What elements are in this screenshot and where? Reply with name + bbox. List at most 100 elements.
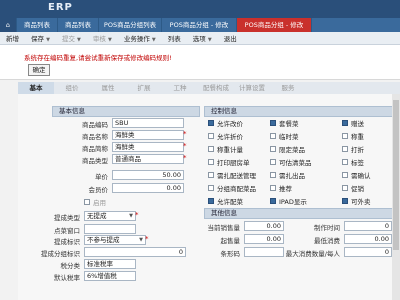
- checkbox[interactable]: [208, 159, 214, 165]
- tab-product-list-1[interactable]: 商品列表: [17, 18, 58, 32]
- tab-pos-group-list[interactable]: POS商品分组列表: [99, 18, 162, 32]
- checkbox[interactable]: [208, 133, 214, 139]
- option-estimable-dish[interactable]: 可估清菜品: [270, 157, 312, 167]
- home-tab[interactable]: ⌂: [0, 18, 17, 32]
- tab-extension[interactable]: 扩展: [126, 82, 162, 94]
- chevron-down-icon: ▼: [46, 37, 50, 43]
- option-group-side-dish[interactable]: 分组商配菜品: [208, 183, 256, 193]
- field-label: 提成标识: [54, 238, 80, 246]
- alert-box: [0, 45, 400, 80]
- tab-work-type[interactable]: 工种: [162, 82, 198, 94]
- chevron-down-icon: ▼: [77, 37, 81, 43]
- option-allow-discount[interactable]: 允许折价: [208, 131, 256, 141]
- checkbox[interactable]: [208, 185, 214, 191]
- chevron-down-icon: ▼: [139, 237, 143, 243]
- checkbox[interactable]: [270, 146, 276, 152]
- menu-list[interactable]: 列表: [162, 33, 187, 43]
- field-label: 最低消费: [314, 237, 340, 245]
- scrollbar-thumb[interactable]: [393, 100, 399, 250]
- option-gift[interactable]: 赠送: [342, 118, 371, 128]
- control-info-header: 控制信息: [204, 106, 398, 117]
- tab-group-price[interactable]: 组价: [54, 82, 90, 94]
- option-allow-side-dish[interactable]: 允许配菜: [208, 196, 256, 206]
- checkbox[interactable]: [342, 159, 348, 165]
- current-sales-input[interactable]: 0.00: [244, 221, 284, 231]
- field-label: 商品类型: [82, 157, 108, 165]
- field-label: 单价: [95, 173, 108, 181]
- option-output[interactable]: 需扎出品: [270, 170, 312, 180]
- product-code-input[interactable]: SBU: [112, 118, 184, 128]
- option-label[interactable]: 标签: [342, 157, 371, 167]
- option-weighing[interactable]: 称重计量: [208, 144, 256, 154]
- enable-checkbox-row[interactable]: 启用: [84, 197, 106, 207]
- make-time-input[interactable]: 0: [344, 221, 392, 231]
- option-promotion[interactable]: 促销: [342, 183, 371, 193]
- checkbox[interactable]: [342, 133, 348, 139]
- alert-message: 系统存在编码重复,请尝试重新保存或修改编码规则!: [24, 54, 172, 62]
- checkbox[interactable]: [270, 185, 276, 191]
- tab-basic[interactable]: 基本: [18, 82, 54, 94]
- barcode-input[interactable]: [244, 247, 284, 257]
- max-per-person-input[interactable]: 0: [344, 247, 392, 257]
- order-window-input[interactable]: [84, 224, 136, 234]
- menu-audit[interactable]: 审核 ▼: [87, 33, 118, 43]
- product-type-input[interactable]: 普通商品: [112, 154, 184, 164]
- checkbox[interactable]: [208, 172, 214, 178]
- checkbox[interactable]: [342, 185, 348, 191]
- checkbox[interactable]: [208, 146, 214, 152]
- member-price-input[interactable]: 0.00: [112, 183, 184, 193]
- option-limited-dish[interactable]: 限定菜品: [270, 144, 312, 154]
- menu-options[interactable]: 选项 ▼: [187, 33, 218, 43]
- commission-type-select[interactable]: 无提成 ▼: [84, 211, 136, 221]
- option-print-kitchen[interactable]: 打印厨房单: [208, 157, 256, 167]
- commission-group-input[interactable]: 0: [84, 247, 186, 257]
- menu-business[interactable]: 业务操作 ▼: [118, 33, 162, 43]
- min-consumption-input[interactable]: 0.00: [344, 234, 392, 244]
- required-mark: *: [135, 211, 139, 219]
- price-input[interactable]: 50.00: [112, 170, 184, 180]
- default-tax-rate-input[interactable]: 6%增值税: [84, 271, 136, 281]
- tab-combo[interactable]: 配餐构成: [198, 82, 234, 94]
- checkbox[interactable]: [270, 120, 276, 126]
- menu-new[interactable]: 新增: [0, 33, 25, 43]
- commission-flag-select[interactable]: 不参与提成 ▼: [84, 235, 146, 245]
- checkbox[interactable]: [270, 198, 276, 204]
- product-name-input[interactable]: 海鲜类: [112, 130, 184, 140]
- option-set-meal[interactable]: 套餐菜: [270, 118, 312, 128]
- checkbox[interactable]: [208, 120, 214, 126]
- option-temp-dish[interactable]: 临时菜: [270, 131, 312, 141]
- checkbox[interactable]: [270, 133, 276, 139]
- option-takeout[interactable]: 可外卖: [342, 196, 371, 206]
- checkbox[interactable]: [342, 120, 348, 126]
- tab-product-list-2[interactable]: 商品列表: [58, 18, 99, 32]
- checkbox[interactable]: [342, 172, 348, 178]
- option-recommend[interactable]: 推荐: [270, 183, 312, 193]
- control-col-3: 赠送 称重 打折 标签 需确认 促销 可外卖: [342, 118, 371, 206]
- checkbox[interactable]: [270, 159, 276, 165]
- checkbox[interactable]: [342, 198, 348, 204]
- option-allow-price-change[interactable]: 允许改价: [208, 118, 256, 128]
- ok-button[interactable]: 确定: [28, 64, 50, 76]
- menu-save[interactable]: 保存 ▼: [25, 33, 56, 43]
- enable-checkbox[interactable]: [84, 199, 90, 205]
- option-confirm[interactable]: 需确认: [342, 170, 371, 180]
- tax-category-input[interactable]: 标准税率: [84, 259, 136, 269]
- required-mark: *: [183, 142, 187, 150]
- menu-submit[interactable]: 提交 ▼: [56, 33, 87, 43]
- option-ipad-display[interactable]: IPAD显示: [270, 196, 312, 206]
- option-weigh[interactable]: 称重: [342, 131, 371, 141]
- tab-service[interactable]: 服务: [270, 82, 306, 94]
- option-delivery-manage[interactable]: 需扎配送管理: [208, 170, 256, 180]
- menu-exit[interactable]: 退出: [218, 33, 243, 43]
- checkbox[interactable]: [208, 198, 214, 204]
- tab-attributes[interactable]: 属性: [90, 82, 126, 94]
- min-sale-input[interactable]: 0.00: [244, 234, 284, 244]
- tab-pos-group-edit-2[interactable]: POS商品分组 - 修改: [237, 18, 312, 32]
- product-short-name-input[interactable]: 海鲜类: [112, 142, 184, 152]
- option-discount[interactable]: 打折: [342, 144, 371, 154]
- tab-calc-settings[interactable]: 计算设置: [234, 82, 270, 94]
- tab-pos-group-edit-1[interactable]: POS商品分组 - 修改: [162, 18, 237, 32]
- checkbox[interactable]: [270, 172, 276, 178]
- checkbox[interactable]: [342, 146, 348, 152]
- control-col-1: 允许改价 允许折价 称重计量 打印厨房单 需扎配送管理 分组商配菜品 允许配菜: [208, 118, 256, 206]
